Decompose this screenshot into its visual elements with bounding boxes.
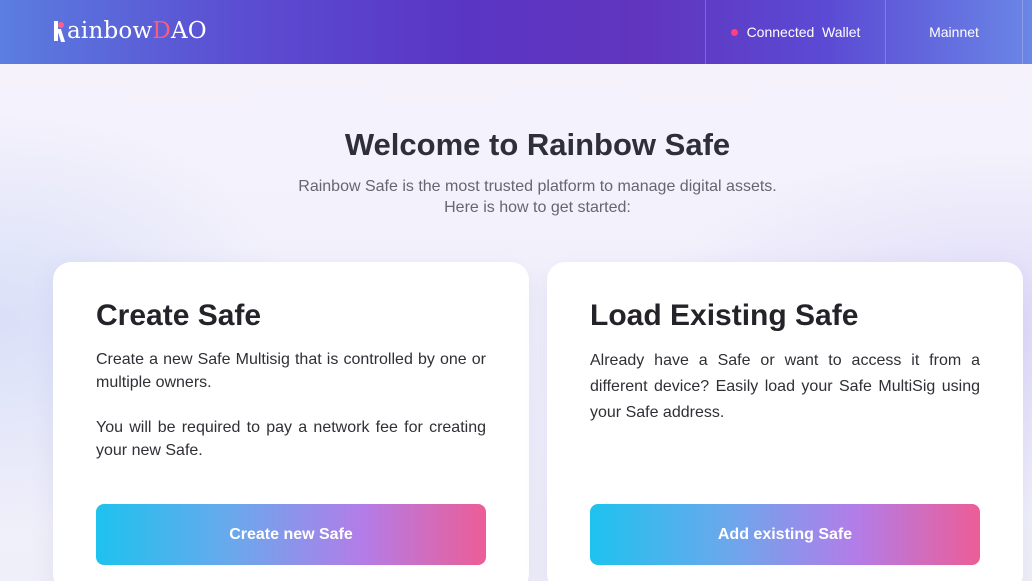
rainbow-dao-logo[interactable]: ainbow D AO: [53, 15, 207, 47]
connected-wallet-label: Connected Wallet: [746, 24, 861, 40]
connection-status-dot-icon: [730, 28, 738, 36]
top-navbar: ainbow D AO Connected Wallet Mainnet: [0, 0, 1032, 64]
create-safe-fee-note: You will be required to pay a network fe…: [96, 419, 486, 459]
load-existing-safe-description: Already have a Safe or want to access it…: [590, 352, 980, 421]
page: ainbow D AO Connected Wallet Mainnet Welc…: [0, 0, 1032, 581]
logo-text-d: D: [152, 18, 171, 44]
create-safe-description: Create a new Safe Multisig that is contr…: [96, 351, 486, 391]
logo-r-mark-icon: [53, 20, 66, 42]
network-selector-button[interactable]: Mainnet: [885, 0, 1023, 64]
load-existing-safe-title: Load Existing Safe: [590, 299, 859, 332]
connected-wallet-button[interactable]: Connected Wallet: [705, 0, 885, 64]
create-new-safe-button[interactable]: Create new Safe: [96, 504, 486, 565]
logo-text-ainbow: ainbow: [67, 18, 153, 44]
logo-text-ao: AO: [170, 18, 207, 44]
page-title: Welcome to Rainbow Safe: [344, 127, 731, 162]
load-existing-safe-card: Load Existing Safe Already have a Safe o…: [547, 262, 1023, 581]
create-safe-card: Create Safe Create a new Safe Multisig t…: [53, 262, 529, 581]
page-subtitle-line-1: Rainbow Safe is the most trusted platfor…: [298, 178, 777, 195]
page-subtitle-line-2: Here is how to get started:: [444, 199, 631, 216]
add-existing-safe-button[interactable]: Add existing Safe: [590, 504, 980, 565]
network-label: Mainnet: [929, 24, 979, 40]
create-safe-title: Create Safe: [96, 299, 262, 332]
